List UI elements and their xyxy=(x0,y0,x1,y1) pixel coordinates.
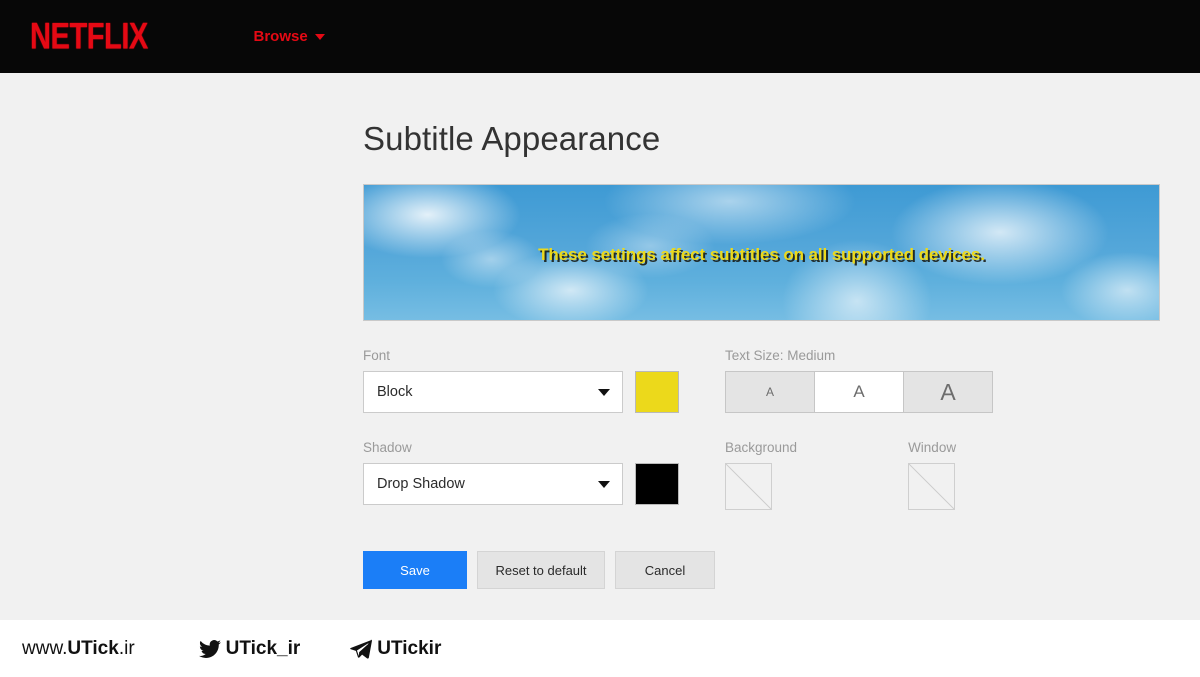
page-content: Subtitle Appearance These settings affec… xyxy=(0,73,1200,589)
font-field-group: Font Block xyxy=(363,348,725,413)
telegram-plane-icon xyxy=(348,638,374,660)
shadow-select[interactable]: Drop Shadow xyxy=(363,463,623,505)
text-size-option-medium[interactable]: A xyxy=(815,372,904,412)
footer-twitter: UTick_ir xyxy=(197,637,301,660)
text-size-segmented-control: A A A xyxy=(725,371,993,413)
chevron-down-icon xyxy=(598,480,610,488)
nav-item-browse[interactable]: Browse xyxy=(254,28,325,45)
background-color-swatch[interactable] xyxy=(725,463,772,510)
background-label: Background xyxy=(725,440,798,455)
footer-website-prefix: www. xyxy=(22,637,68,659)
background-window-group: Background Window xyxy=(725,440,956,510)
window-field-group: Window xyxy=(908,440,956,510)
twitter-bird-icon xyxy=(197,638,223,660)
font-select-value: Block xyxy=(377,384,413,400)
controls-row-1: Font Block Text Size: Medium A A A xyxy=(363,348,1200,413)
shadow-color-swatch[interactable] xyxy=(635,463,679,505)
text-size-field-group: Text Size: Medium A A A xyxy=(725,348,993,413)
text-size-option-small[interactable]: A xyxy=(726,372,815,412)
footer-watermark: www. UTick .ir UTick_ir UTickir xyxy=(0,620,1200,677)
footer-website: www. UTick .ir xyxy=(22,638,135,660)
background-field-group: Background xyxy=(725,440,797,510)
subtitle-preview-text: These settings affect subtitles on all s… xyxy=(538,245,985,264)
nav-item-browse-label: Browse xyxy=(253,28,308,45)
shadow-label: Shadow xyxy=(363,440,412,455)
footer-website-suffix: .ir xyxy=(118,637,135,659)
netflix-logo[interactable]: NETFLIX xyxy=(30,17,148,56)
shadow-field-group: Shadow Drop Shadow xyxy=(363,440,725,510)
window-label: Window xyxy=(908,440,957,455)
footer-telegram: UTickir xyxy=(348,638,441,660)
chevron-down-icon xyxy=(314,33,325,40)
chevron-down-icon xyxy=(598,388,610,396)
window-color-swatch[interactable] xyxy=(908,463,956,510)
footer-website-name: UTick xyxy=(67,637,119,659)
reset-to-default-button[interactable]: Reset to default xyxy=(477,551,605,589)
font-color-swatch[interactable] xyxy=(635,371,679,413)
font-select-row: Block xyxy=(363,371,725,413)
font-label: Font xyxy=(363,348,391,363)
page-title: Subtitle Appearance xyxy=(363,120,661,157)
font-select[interactable]: Block xyxy=(363,371,623,413)
top-navbar: NETFLIX Browse xyxy=(0,0,1200,73)
save-button[interactable]: Save xyxy=(363,551,467,589)
footer-twitter-handle: UTick_ir xyxy=(225,637,301,659)
footer-telegram-handle: UTickir xyxy=(377,637,442,659)
nav-links: Browse xyxy=(254,28,325,45)
action-buttons: Save Reset to default Cancel xyxy=(363,551,1200,589)
shadow-select-value: Drop Shadow xyxy=(377,476,465,492)
text-size-label: Text Size: Medium xyxy=(725,348,836,363)
subtitle-preview-panel: These settings affect subtitles on all s… xyxy=(363,184,1160,321)
shadow-select-row: Drop Shadow xyxy=(363,463,725,505)
controls-row-2: Shadow Drop Shadow Background Window xyxy=(363,440,1200,510)
text-size-option-large[interactable]: A xyxy=(904,372,992,412)
cancel-button[interactable]: Cancel xyxy=(615,551,715,589)
